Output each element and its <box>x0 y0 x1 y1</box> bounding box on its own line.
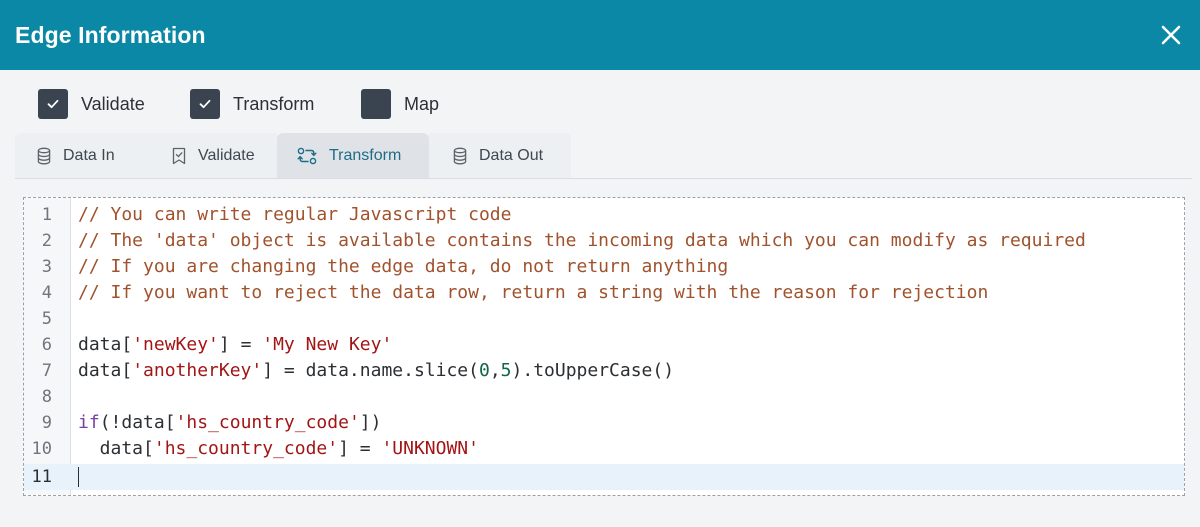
map-checkbox-row[interactable]: Map <box>361 89 439 119</box>
map-checkbox[interactable] <box>361 89 391 119</box>
code-text: data['newKey'] = 'My New Key' <box>78 332 392 358</box>
tab-data-in-label: Data In <box>63 146 115 164</box>
code-string: 'hs_country_code' <box>153 438 339 459</box>
code-comment: // If you want to reject the data row, r… <box>78 282 989 303</box>
tab-bar: Data In Validate Transform Data Out <box>15 133 1192 179</box>
code-string: 'newKey' <box>132 334 219 355</box>
line-number: 10 <box>31 439 52 459</box>
tab-transform-label: Transform <box>329 146 402 164</box>
database-icon <box>453 147 467 165</box>
checkmark-icon <box>47 99 59 109</box>
code-string: 'hs_country_code' <box>175 412 360 433</box>
database-icon <box>37 147 51 165</box>
code-line[interactable]: 8 <box>24 384 1184 410</box>
code-comment: // The 'data' object is available contai… <box>78 230 1086 251</box>
code-token: data[ <box>78 334 133 355</box>
code-token: data[ <box>78 438 154 459</box>
bookmark-check-icon <box>172 147 186 165</box>
tab-validate-label: Validate <box>198 146 255 164</box>
dialog-header: Edge Information <box>0 0 1200 70</box>
map-checkbox-label: Map <box>404 93 440 114</box>
validate-checkbox-row[interactable]: Validate <box>38 89 190 119</box>
code-string: 'My New Key' <box>262 334 393 355</box>
line-number: 3 <box>41 257 52 277</box>
code-keyword: if <box>78 412 100 433</box>
code-line[interactable]: 2 // The 'data' object is available cont… <box>24 228 1184 254</box>
validate-checkbox[interactable] <box>38 89 68 119</box>
code-line[interactable]: 4 // If you want to reject the data row,… <box>24 280 1184 306</box>
code-line[interactable]: 1 // You can write regular Javascript co… <box>24 202 1184 228</box>
line-number: 2 <box>41 231 52 251</box>
text-cursor <box>78 467 79 487</box>
line-number: 5 <box>41 309 52 329</box>
code-token: ] = <box>338 438 382 459</box>
code-text <box>78 464 79 490</box>
line-number: 6 <box>41 335 52 355</box>
tab-validate[interactable]: Validate <box>154 133 277 178</box>
checkmark-icon <box>199 99 211 109</box>
code-token: data[ <box>78 360 133 381</box>
code-token: (!data[ <box>99 412 176 433</box>
line-number: 9 <box>41 413 52 433</box>
line-number: 4 <box>41 283 52 303</box>
code-text: if(!data['hs_country_code']) <box>78 410 381 436</box>
code-comment: // If you are changing the edge data, do… <box>78 256 729 277</box>
line-number: 1 <box>41 205 52 225</box>
code-token: ).toUpperCase() <box>511 360 675 381</box>
code-line[interactable]: 7 data['anotherKey'] = data.name.slice(0… <box>24 358 1184 384</box>
code-number: 5 <box>500 360 512 381</box>
tab-data-out[interactable]: Data Out <box>429 133 571 178</box>
code-token: ]) <box>359 412 382 433</box>
code-line[interactable]: 6 data['newKey'] = 'My New Key' <box>24 332 1184 358</box>
transform-icon <box>297 147 317 165</box>
transform-checkbox-label: Transform <box>233 93 315 114</box>
code-line[interactable]: 3 // If you are changing the edge data, … <box>24 254 1184 280</box>
transform-checkbox-row[interactable]: Transform <box>190 89 361 119</box>
code-editor[interactable]: 1 // You can write regular Javascript co… <box>23 197 1185 496</box>
dialog-title: Edge Information <box>15 21 206 48</box>
line-number: 11 <box>31 467 52 487</box>
transform-checkbox[interactable] <box>190 89 220 119</box>
close-icon[interactable] <box>1158 22 1184 48</box>
code-token: , <box>489 360 501 381</box>
code-string: 'UNKNOWN' <box>381 438 479 459</box>
tab-data-out-label: Data Out <box>479 146 544 164</box>
line-number: 7 <box>41 361 52 381</box>
code-comment: // You can write regular Javascript code <box>78 204 512 225</box>
stage-checkboxes: Validate Transform Map <box>38 88 439 120</box>
code-string: 'anotherKey' <box>132 360 263 381</box>
code-number: 0 <box>478 360 490 381</box>
code-line[interactable]: 9 if(!data['hs_country_code']) <box>24 410 1184 436</box>
validate-checkbox-label: Validate <box>81 93 145 114</box>
active-code-line[interactable]: 11 <box>24 464 1184 490</box>
code-text: data['hs_country_code'] = 'UNKNOWN' <box>78 436 479 462</box>
code-token: ] = <box>218 334 263 355</box>
code-token: ] = data.name.slice( <box>262 360 479 381</box>
line-number: 8 <box>41 387 52 407</box>
tab-data-in[interactable]: Data In <box>15 133 154 178</box>
code-line[interactable]: 5 <box>24 306 1184 332</box>
tab-transform[interactable]: Transform <box>277 133 429 178</box>
code-line[interactable]: 10 data['hs_country_code'] = 'UNKNOWN' <box>24 436 1184 462</box>
code-text: data['anotherKey'] = data.name.slice(0,5… <box>78 358 674 384</box>
